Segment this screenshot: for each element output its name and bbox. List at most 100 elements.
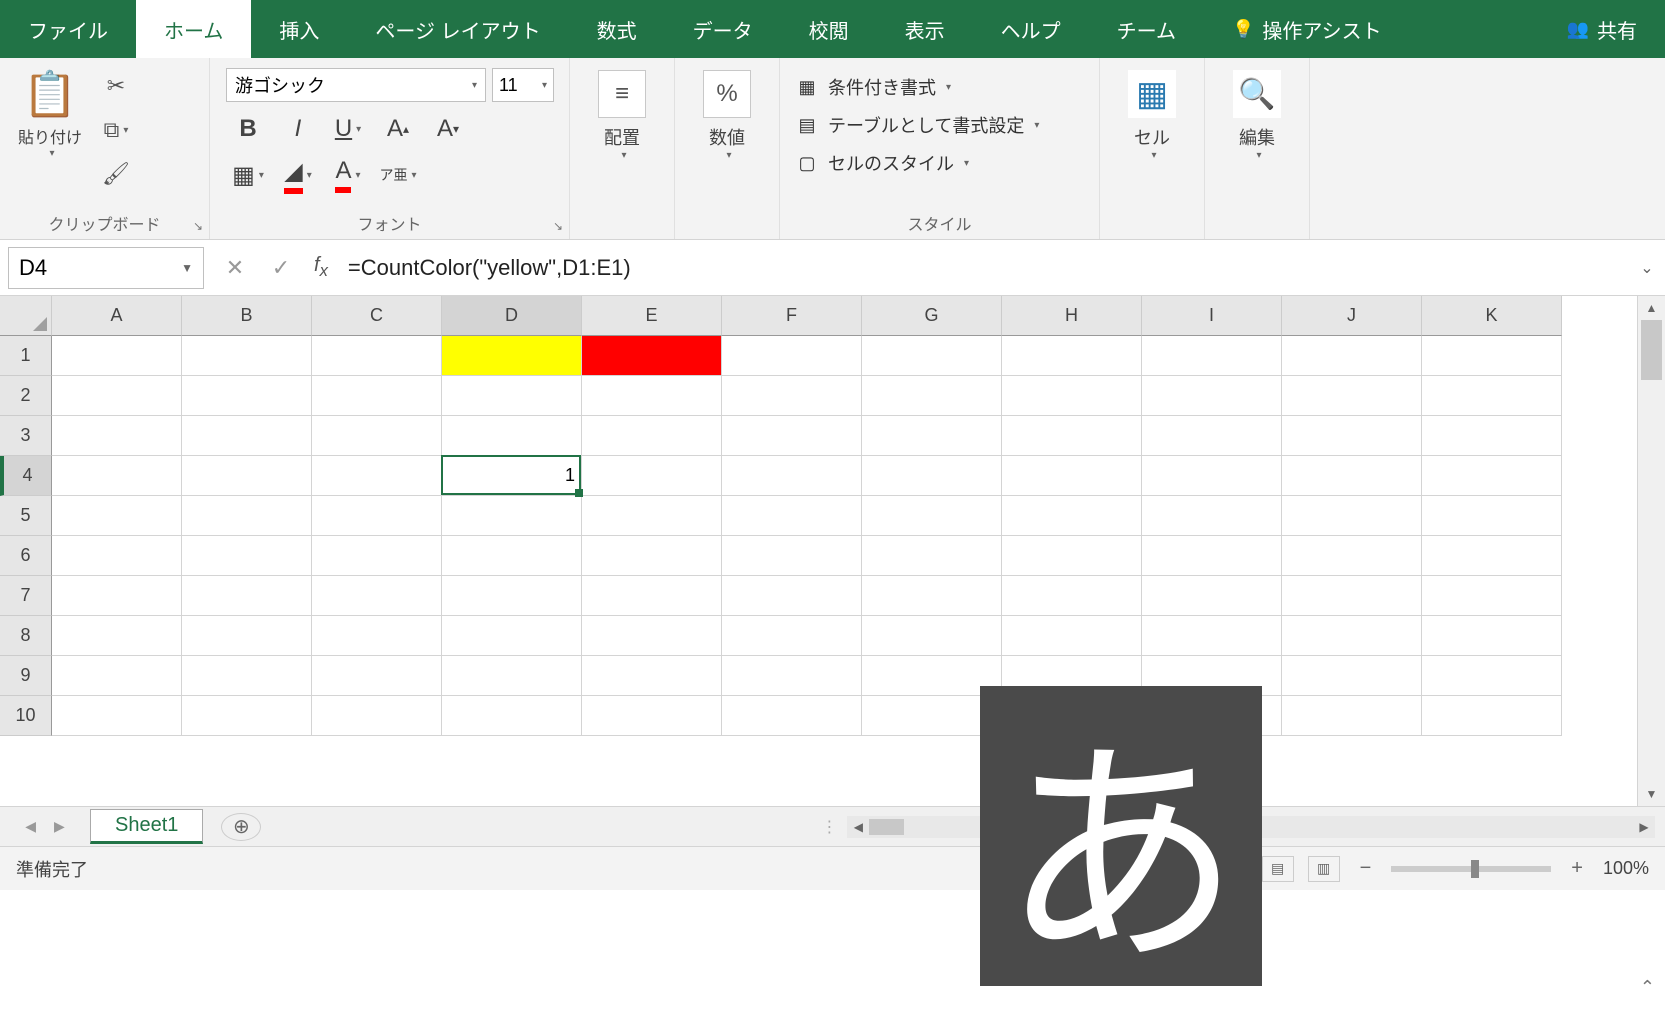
tab-page-layout[interactable]: ページ レイアウト <box>347 0 568 58</box>
row-header-1[interactable]: 1 <box>0 336 52 376</box>
sheet-next-button[interactable]: ▶ <box>54 818 65 835</box>
cell-I3[interactable] <box>1142 416 1282 456</box>
tab-home[interactable]: ホーム <box>136 0 251 58</box>
name-box[interactable]: D4 ▼ <box>8 247 204 289</box>
scroll-down-button[interactable]: ▼ <box>1638 782 1665 806</box>
cell-A7[interactable] <box>52 576 182 616</box>
tab-split-handle[interactable]: ⋮ <box>821 817 837 837</box>
cell-E9[interactable] <box>582 656 722 696</box>
cell-F9[interactable] <box>722 656 862 696</box>
column-header-D[interactable]: D <box>442 296 582 336</box>
paste-button[interactable]: 📋 貼り付け ▾ <box>10 64 90 163</box>
cell-A5[interactable] <box>52 496 182 536</box>
cell-E6[interactable] <box>582 536 722 576</box>
cell-D9[interactable] <box>442 656 582 696</box>
cell-H3[interactable] <box>1002 416 1142 456</box>
italic-button[interactable]: I <box>276 110 320 148</box>
underline-button[interactable]: U▾ <box>326 110 370 148</box>
cell-J5[interactable] <box>1282 496 1422 536</box>
tab-view[interactable]: 表示 <box>877 0 973 58</box>
editing-button[interactable]: 🔍 <box>1233 70 1281 118</box>
cells-button[interactable]: ▦ <box>1128 70 1176 118</box>
font-color-button[interactable]: A▾ <box>326 156 370 194</box>
cell-I5[interactable] <box>1142 496 1282 536</box>
cell-J10[interactable] <box>1282 696 1422 736</box>
copy-button[interactable]: ⧉▾ <box>96 112 136 148</box>
cell-F6[interactable] <box>722 536 862 576</box>
collapse-ribbon-button[interactable]: ⌃ <box>1640 977 1655 998</box>
vscroll-thumb[interactable] <box>1641 320 1662 380</box>
cell-J9[interactable] <box>1282 656 1422 696</box>
tab-team[interactable]: チーム <box>1089 0 1204 58</box>
cell-F5[interactable] <box>722 496 862 536</box>
cell-C1[interactable] <box>312 336 442 376</box>
chevron-down-icon[interactable]: ▾ <box>621 150 626 161</box>
cell-K2[interactable] <box>1422 376 1562 416</box>
cell-J6[interactable] <box>1282 536 1422 576</box>
chevron-down-icon[interactable]: ▾ <box>1256 150 1261 161</box>
cell-H2[interactable] <box>1002 376 1142 416</box>
select-all-corner[interactable] <box>0 296 52 336</box>
cell-B9[interactable] <box>182 656 312 696</box>
cell-A9[interactable] <box>52 656 182 696</box>
scroll-right-button[interactable]: ▶ <box>1633 820 1655 834</box>
shrink-font-button[interactable]: A▾ <box>426 110 470 148</box>
tab-insert[interactable]: 挿入 <box>251 0 347 58</box>
cell-K10[interactable] <box>1422 696 1562 736</box>
column-header-J[interactable]: J <box>1282 296 1422 336</box>
row-header-9[interactable]: 9 <box>0 656 52 696</box>
cell-H7[interactable] <box>1002 576 1142 616</box>
cell-A2[interactable] <box>52 376 182 416</box>
font-launcher[interactable]: ↘ <box>551 219 565 233</box>
scroll-up-button[interactable]: ▲ <box>1638 296 1665 320</box>
cell-J2[interactable] <box>1282 376 1422 416</box>
cell-I6[interactable] <box>1142 536 1282 576</box>
fx-icon[interactable]: fx <box>304 254 338 281</box>
cell-I2[interactable] <box>1142 376 1282 416</box>
chevron-down-icon[interactable]: ▼ <box>181 261 193 275</box>
cell-H5[interactable] <box>1002 496 1142 536</box>
cell-B4[interactable] <box>182 456 312 496</box>
cell-G1[interactable] <box>862 336 1002 376</box>
cell-J3[interactable] <box>1282 416 1422 456</box>
tab-share[interactable]: 👥共有 <box>1539 0 1665 58</box>
chevron-down-icon[interactable]: ▾ <box>726 150 731 161</box>
column-header-K[interactable]: K <box>1422 296 1562 336</box>
cell-K6[interactable] <box>1422 536 1562 576</box>
vertical-scrollbar[interactable]: ▲ ▼ <box>1637 296 1665 806</box>
cell-G7[interactable] <box>862 576 1002 616</box>
cell-F10[interactable] <box>722 696 862 736</box>
row-header-7[interactable]: 7 <box>0 576 52 616</box>
cell-I4[interactable] <box>1142 456 1282 496</box>
cell-H8[interactable] <box>1002 616 1142 656</box>
cell-K8[interactable] <box>1422 616 1562 656</box>
cell-E10[interactable] <box>582 696 722 736</box>
row-header-4[interactable]: 4 <box>0 456 52 496</box>
chevron-down-icon[interactable]: ▾ <box>1151 150 1156 161</box>
tab-review[interactable]: 校閲 <box>781 0 877 58</box>
cell-K7[interactable] <box>1422 576 1562 616</box>
column-header-G[interactable]: G <box>862 296 1002 336</box>
cell-D1[interactable] <box>442 336 582 376</box>
cell-styles-button[interactable]: ▢セルのスタイル▾ <box>790 146 971 180</box>
row-header-2[interactable]: 2 <box>0 376 52 416</box>
zoom-slider[interactable] <box>1391 866 1551 872</box>
column-header-C[interactable]: C <box>312 296 442 336</box>
cell-B6[interactable] <box>182 536 312 576</box>
cut-button[interactable]: ✂ <box>96 68 136 104</box>
zoom-thumb[interactable] <box>1471 860 1479 878</box>
tab-help[interactable]: ヘルプ <box>973 0 1089 58</box>
cell-G4[interactable] <box>862 456 1002 496</box>
cell-D4[interactable]: 1 <box>442 456 582 496</box>
cell-J7[interactable] <box>1282 576 1422 616</box>
cell-F1[interactable] <box>722 336 862 376</box>
cell-D3[interactable] <box>442 416 582 456</box>
bold-button[interactable]: B <box>226 110 270 148</box>
cell-C8[interactable] <box>312 616 442 656</box>
fill-color-button[interactable]: ◢▾ <box>276 156 320 194</box>
cell-D7[interactable] <box>442 576 582 616</box>
row-header-5[interactable]: 5 <box>0 496 52 536</box>
cell-K9[interactable] <box>1422 656 1562 696</box>
enter-formula-button[interactable]: ✓ <box>258 255 304 281</box>
cell-A4[interactable] <box>52 456 182 496</box>
